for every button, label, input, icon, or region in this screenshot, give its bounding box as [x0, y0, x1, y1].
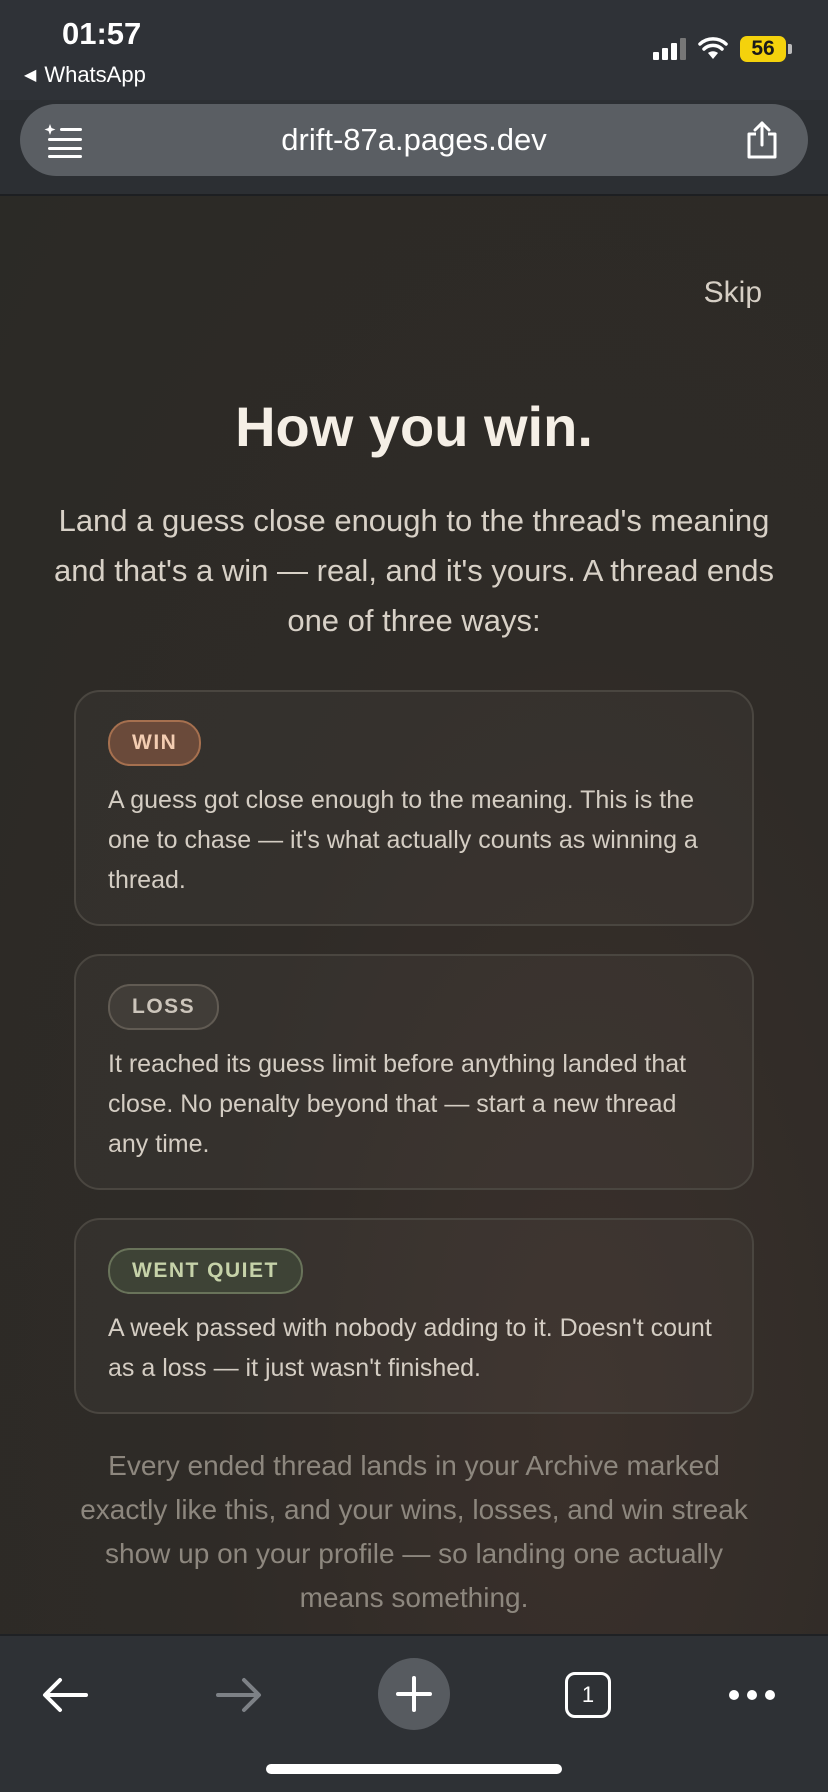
status-time: 01:57	[62, 16, 142, 51]
back-to-app-link[interactable]: ◀ WhatsApp	[24, 62, 146, 88]
back-arrow-icon	[43, 1678, 88, 1712]
intro-text: Land a guess close enough to the thread'…	[53, 503, 775, 638]
web-content: Skip How you win. Land a guess close eno…	[0, 196, 828, 1634]
went-quiet-badge: WENT QUIET	[108, 1248, 303, 1294]
back-triangle-icon: ◀	[24, 67, 37, 84]
forward-arrow-icon	[216, 1678, 261, 1712]
outcome-card-loss: LOSS It reached its guess limit before a…	[74, 954, 754, 1190]
new-tab-button[interactable]	[378, 1658, 450, 1730]
cellular-signal-icon	[653, 38, 686, 60]
status-icons: 56	[653, 36, 792, 62]
battery-icon: 56	[740, 36, 792, 62]
back-button[interactable]	[30, 1660, 100, 1730]
url-text[interactable]: drift-87a.pages.dev	[20, 122, 808, 158]
more-button[interactable]	[712, 1660, 792, 1730]
win-description: A guess got close enough to the meaning.…	[108, 786, 698, 894]
went-quiet-description: A week passed with nobody adding to it. …	[108, 1314, 712, 1382]
loss-description: It reached its guess limit before anythi…	[108, 1050, 687, 1158]
status-bar: 01:57 ◀ WhatsApp 56	[0, 0, 828, 100]
tabs-icon: 1	[565, 1672, 611, 1718]
more-icon	[729, 1690, 775, 1700]
outcome-card-win: WIN A guess got close enough to the mean…	[74, 690, 754, 926]
skip-button[interactable]: Skip	[704, 276, 762, 310]
back-app-label: WhatsApp	[44, 62, 146, 87]
page-title: How you win.	[235, 395, 593, 458]
forward-button[interactable]	[204, 1660, 274, 1730]
address-bar[interactable]: drift-87a.pages.dev	[20, 104, 808, 176]
tabs-button[interactable]: 1	[556, 1660, 620, 1730]
share-icon[interactable]	[744, 120, 780, 160]
battery-level: 56	[740, 36, 786, 62]
win-badge: WIN	[108, 720, 202, 766]
plus-icon	[396, 1676, 432, 1712]
home-indicator[interactable]	[266, 1764, 562, 1774]
loss-badge: LOSS	[108, 984, 220, 1030]
archive-note: Every ended thread lands in your Archive…	[80, 1450, 748, 1613]
wifi-icon	[698, 37, 728, 59]
outcome-card-went-quiet: WENT QUIET A week passed with nobody add…	[74, 1218, 754, 1414]
